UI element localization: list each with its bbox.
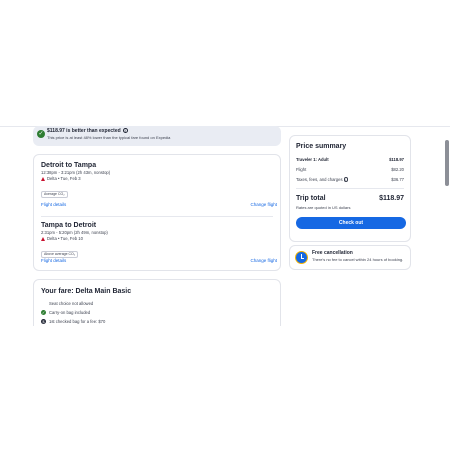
airline-date-text: Delta • Tue, Feb 3 xyxy=(47,176,81,181)
fare-item: ✕ Seat choice not allowed xyxy=(41,299,273,308)
summary-divider xyxy=(296,188,404,189)
clock-icon xyxy=(295,251,308,264)
delta-logo-icon xyxy=(41,236,45,241)
traveler-row: Traveler 1: Adult $118.97 xyxy=(296,155,404,165)
info-icon[interactable]: i xyxy=(343,177,349,182)
flight-leg-return: Tampa to Detroit 2:31pm - 5:20pm (2h 49m… xyxy=(41,221,277,263)
flight-row: Flight $82.20 xyxy=(296,165,404,175)
fare-item: $1st checked bag for a fee: $70 xyxy=(41,317,273,326)
fare-item-text: Seat choice not allowed xyxy=(49,301,94,306)
banner-title-text: $118.97 is better than expected xyxy=(47,128,121,134)
flight-leg-outbound: Detroit to Tampa 12:38pm - 3:21pm (2h 43… xyxy=(41,161,277,207)
price-insight-banner: ✓ $118.97 is better than expected i This … xyxy=(33,126,281,146)
flight-amount: $82.20 xyxy=(391,167,404,172)
fare-heading: Your fare: Delta Main Basic xyxy=(41,288,132,295)
co2-badge: Above average CO₂ xyxy=(41,251,79,258)
leg-divider xyxy=(41,216,273,217)
taxes-row: Taxes, fees, and charges i $36.77 xyxy=(296,175,404,185)
fare-item: ✓ Carry-on bag included xyxy=(41,308,273,317)
close-icon: ✕ xyxy=(41,301,46,306)
fare-item-text: Carry-on bag included xyxy=(49,310,91,315)
checkout-page: ✓ $118.97 is better than expected i This … xyxy=(0,126,450,326)
airline-date: Delta • Tue, Feb 3 xyxy=(41,176,277,182)
flight-links: Flight details Change flight xyxy=(41,202,277,207)
flight-details-link[interactable]: Flight details xyxy=(41,258,66,263)
traveler-amount: $118.97 xyxy=(389,157,404,162)
fare-card: Your fare: Delta Main Basic ✕ Seat choice… xyxy=(33,279,281,326)
fare-item-text: 1st checked bag for a fee: $70 xyxy=(49,319,106,324)
route-title: Tampa to Detroit xyxy=(41,222,97,229)
taxes-amount: $36.77 xyxy=(391,177,404,182)
route-title: Detroit to Tampa xyxy=(41,162,97,169)
free-cancellation-card: Free cancellation There's no fee to canc… xyxy=(289,245,411,270)
change-flight-link[interactable]: Change flight xyxy=(250,258,277,263)
trip-total-label: Trip total xyxy=(296,195,326,202)
flight-label: Flight xyxy=(296,167,307,172)
price-summary-heading: Price summary xyxy=(296,143,347,150)
airline-date-text: Delta • Tue, Feb 10 xyxy=(47,236,83,241)
cancellation-subtitle: There's no fee to cancel within 24 hours… xyxy=(312,257,404,262)
change-flight-link[interactable]: Change flight xyxy=(250,202,277,207)
info-icon[interactable]: i xyxy=(122,128,128,133)
traveler-label: Traveler 1: Adult xyxy=(296,157,329,162)
currency-note: Rates are quoted in US dollars xyxy=(296,205,351,210)
flight-links: Flight details Change flight xyxy=(41,258,277,263)
check-circle-icon: ✓ xyxy=(37,130,45,138)
dollar-icon: $ xyxy=(41,319,46,324)
co2-badge: Average CO₂ xyxy=(41,191,68,198)
flights-card: Detroit to Tampa 12:38pm - 3:21pm (2h 43… xyxy=(33,154,281,271)
airline-date: Delta • Tue, Feb 10 xyxy=(41,236,277,242)
delta-logo-icon xyxy=(41,176,45,181)
trip-total-row: Trip total $118.97 xyxy=(296,194,404,204)
price-summary-card: Price summary Traveler 1: Adult $118.97 F… xyxy=(289,135,411,242)
check-out-button[interactable]: Check out xyxy=(296,217,406,229)
taxes-label: Taxes, fees, and charges xyxy=(296,177,343,182)
cancellation-title: Free cancellation xyxy=(312,250,353,256)
trip-total-amount: $118.97 xyxy=(379,195,404,202)
flight-details-link[interactable]: Flight details xyxy=(41,202,66,207)
banner-subtitle: This price is at least 48% lower than th… xyxy=(47,135,171,140)
check-icon: ✓ xyxy=(41,310,46,315)
scrollbar[interactable] xyxy=(445,140,449,186)
banner-title: $118.97 is better than expected i xyxy=(47,128,277,135)
